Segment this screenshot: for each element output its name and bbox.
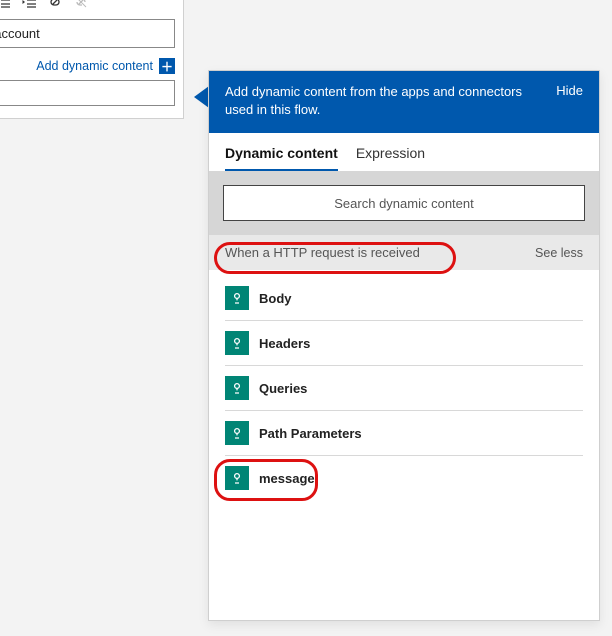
- flow-icon: [225, 421, 249, 445]
- item-label: Queries: [259, 381, 307, 396]
- unlink-icon: [69, 0, 93, 13]
- flow-icon: [225, 286, 249, 310]
- dynamic-item-body[interactable]: Body: [225, 276, 583, 321]
- dynamic-item-path-parameters[interactable]: Path Parameters: [225, 411, 583, 456]
- indent-icon[interactable]: [17, 0, 41, 13]
- item-label: message: [259, 471, 315, 486]
- panel-header-text: Add dynamic content from the apps and co…: [225, 83, 544, 119]
- search-placeholder: Search dynamic content: [334, 196, 473, 211]
- dynamic-item-message[interactable]: message: [225, 456, 583, 500]
- dynamic-content-panel: Add dynamic content from the apps and co…: [208, 70, 600, 621]
- add-dynamic-content-label: Add dynamic content: [36, 59, 153, 73]
- editor-toolbar: 123: [0, 0, 175, 19]
- editor-text: me test account: [0, 26, 40, 41]
- dynamic-item-queries[interactable]: Queries: [225, 366, 583, 411]
- panel-header: Add dynamic content from the apps and co…: [209, 71, 599, 133]
- search-area: Search dynamic content: [209, 171, 599, 235]
- item-label: Headers: [259, 336, 310, 351]
- section-title: When a HTTP request is received: [225, 245, 420, 260]
- dynamic-item-headers[interactable]: Headers: [225, 321, 583, 366]
- plus-icon: ＋: [159, 58, 175, 74]
- tab-expression[interactable]: Expression: [356, 145, 425, 171]
- callout-pointer: [194, 86, 209, 108]
- item-label: Path Parameters: [259, 426, 362, 441]
- flow-icon: [225, 376, 249, 400]
- outdent-icon[interactable]: [0, 0, 15, 13]
- flow-icon: [225, 331, 249, 355]
- section-header: When a HTTP request is received See less: [209, 235, 599, 270]
- see-less-button[interactable]: See less: [535, 246, 583, 260]
- editor-card: 123 me test account Add dynamic content …: [0, 0, 184, 119]
- add-dynamic-content-link[interactable]: Add dynamic content ＋: [0, 56, 175, 80]
- item-label: Body: [259, 291, 292, 306]
- dynamic-items-list: Body Headers Queries Path Parameters mes…: [209, 270, 599, 620]
- tab-dynamic-content[interactable]: Dynamic content: [225, 145, 338, 171]
- panel-tabs: Dynamic content Expression: [209, 133, 599, 171]
- search-input[interactable]: Search dynamic content: [223, 185, 585, 221]
- hide-button[interactable]: Hide: [556, 83, 583, 98]
- link-icon[interactable]: [43, 0, 67, 13]
- editor-content[interactable]: me test account: [0, 19, 175, 48]
- flow-icon: [225, 466, 249, 490]
- empty-input[interactable]: [0, 80, 175, 106]
